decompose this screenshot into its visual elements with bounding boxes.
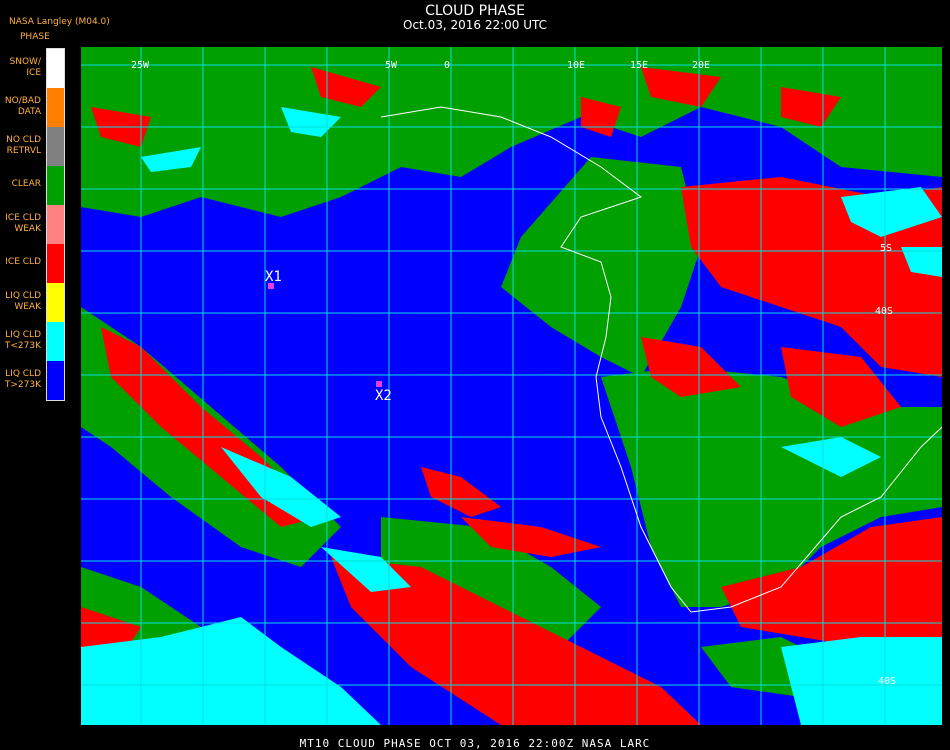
legend-swatch	[47, 127, 64, 166]
cloud-phase-map[interactable]	[81, 47, 942, 725]
lon-label: 5W	[385, 60, 398, 71]
lon-label: 10E	[567, 60, 586, 71]
legend-swatch	[47, 88, 64, 127]
legend-label: CLEAR	[11, 179, 41, 189]
lat-label: 40S	[875, 306, 894, 317]
legend-swatch	[47, 322, 64, 361]
legend-swatch	[47, 244, 64, 283]
legend-label: NO CLD RETRVL	[6, 134, 41, 156]
map-graphics	[81, 47, 942, 725]
legend-swatch	[47, 361, 64, 400]
legend-label: SNOW/ ICE	[9, 56, 41, 78]
map-footer: MT10 CLOUD PHASE OCT 03, 2016 22:00Z NAS…	[299, 737, 651, 750]
producer-label: NASA Langley (M04.0)	[9, 17, 110, 27]
map-timestamp: Oct.03, 2016 22:00 UTC	[403, 18, 547, 32]
lat-label: 5S	[880, 243, 893, 254]
lon-label: 15E	[630, 60, 649, 71]
marker-x2-point[interactable]	[376, 381, 382, 387]
marker-x2-label: X2	[375, 388, 392, 404]
map-title: CLOUD PHASE	[425, 3, 525, 19]
legend-title: PHASE	[20, 32, 50, 42]
legend-swatch	[47, 49, 64, 88]
legend-label: LIQ CLD WEAK	[5, 290, 41, 312]
legend-label: NO/BAD DATA	[4, 95, 41, 117]
legend-label: ICE CLD	[5, 257, 41, 267]
lon-label: 0	[444, 60, 451, 71]
phase-legend-colorbar	[46, 48, 65, 401]
legend-swatch	[47, 166, 64, 205]
legend-label: LIQ CLD T<273K	[4, 329, 41, 351]
legend-swatch	[47, 283, 64, 322]
lon-label: 25W	[131, 60, 150, 71]
marker-x1-label: X1	[265, 269, 282, 285]
legend-swatch	[47, 205, 64, 244]
lat-label: 40S	[878, 676, 897, 687]
legend-label: LIQ CLD T>273K	[4, 368, 41, 390]
legend-label: ICE CLD WEAK	[5, 212, 41, 234]
lon-label: 20E	[692, 60, 711, 71]
